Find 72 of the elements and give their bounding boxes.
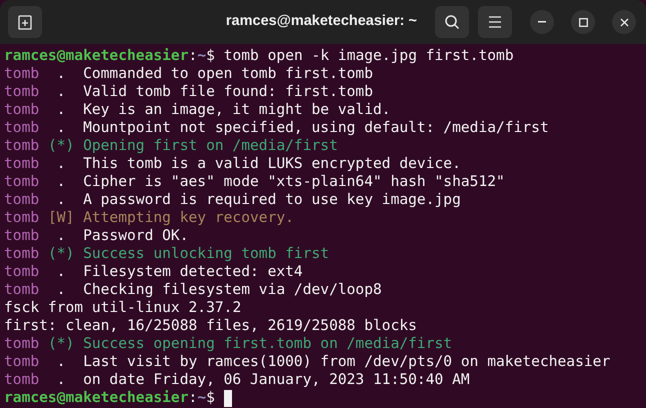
- status-marker: .: [56, 65, 66, 83]
- tomb-tag: tomb: [4, 119, 40, 137]
- menu-button[interactable]: [478, 6, 512, 38]
- new-tab-icon: [17, 14, 33, 30]
- maximize-icon: [578, 18, 588, 26]
- status-marker: .: [56, 371, 66, 389]
- command-text: tomb open -k image.jpg first.tomb: [224, 47, 514, 65]
- log-message: Commanded to open tomb first.tomb: [83, 65, 374, 83]
- prompt-path: ~: [197, 389, 206, 407]
- log-message: Filesystem detected: ext4: [83, 263, 303, 281]
- log-message: Success unlocking tomb first: [83, 245, 330, 263]
- status-marker: .: [56, 353, 66, 371]
- output-line: fsck from util-linux 2.37.2: [4, 299, 242, 317]
- search-button[interactable]: [435, 6, 469, 38]
- tomb-tag: tomb: [4, 227, 40, 245]
- minimize-icon: [538, 21, 546, 23]
- tomb-tag: tomb: [4, 65, 40, 83]
- status-marker: (*): [48, 245, 74, 263]
- prompt-path: ~: [197, 47, 206, 65]
- log-message: on date Friday, 06 January, 2023 11:50:40 AM: [83, 371, 470, 389]
- log-message: Key is an image, it might be valid.: [83, 101, 391, 119]
- close-icon: [620, 18, 628, 26]
- close-button[interactable]: [612, 10, 636, 34]
- status-marker: [W]: [48, 209, 74, 227]
- log-message: This tomb is a valid LUKS encrypted device.: [83, 155, 461, 173]
- status-marker: .: [56, 263, 66, 281]
- status-marker: .: [56, 173, 66, 191]
- status-marker: .: [56, 83, 66, 101]
- tomb-tag: tomb: [4, 335, 40, 353]
- tomb-tag: tomb: [4, 281, 40, 299]
- status-marker: .: [56, 281, 66, 299]
- status-marker: .: [56, 101, 66, 119]
- prompt-symbol: $: [206, 389, 215, 407]
- status-marker: .: [56, 119, 66, 137]
- prompt-colon: :: [188, 389, 198, 407]
- log-message: Password OK.: [83, 227, 188, 245]
- status-marker: .: [56, 227, 66, 245]
- tomb-tag: tomb: [4, 137, 40, 155]
- log-message: Valid tomb file found: first.tomb: [83, 83, 374, 101]
- tomb-tag: tomb: [4, 101, 40, 119]
- tomb-tag: tomb: [4, 353, 40, 371]
- tomb-tag: tomb: [4, 263, 40, 281]
- log-message: Checking filesystem via /dev/loop8: [83, 281, 382, 299]
- log-message: Success opening first.tomb on /media/first: [83, 335, 452, 353]
- window-title: ramces@maketecheasier: ~: [226, 12, 417, 32]
- log-message: Last visit by ramces(1000) from /dev/pts/0 on maketecheasier: [83, 353, 610, 371]
- status-marker: (*): [48, 137, 74, 155]
- tomb-tag: tomb: [4, 173, 40, 191]
- tomb-tag: tomb: [4, 155, 40, 173]
- menu-icon: [488, 16, 502, 28]
- search-icon: [444, 14, 460, 30]
- prompt-user: ramces@maketecheasier: [4, 389, 189, 407]
- minimize-button[interactable]: [530, 10, 554, 34]
- maximize-button[interactable]: [571, 10, 595, 34]
- log-message: Opening first on /media/first: [83, 137, 338, 155]
- log-message: Mountpoint not specified, using default: /media/first: [83, 119, 549, 137]
- prompt-colon: :: [188, 47, 198, 65]
- new-tab-button[interactable]: [8, 6, 42, 38]
- tomb-tag: tomb: [4, 371, 40, 389]
- tomb-tag: tomb: [4, 83, 40, 101]
- status-marker: (*): [48, 335, 74, 353]
- tomb-tag: tomb: [4, 245, 40, 263]
- tomb-tag: tomb: [4, 209, 40, 227]
- status-marker: .: [56, 191, 66, 209]
- log-message: Attempting key recovery.: [83, 209, 294, 227]
- prompt-user: ramces@maketecheasier: [4, 47, 189, 65]
- log-message: A password is required to use key image.jpg: [83, 191, 461, 209]
- prompt-symbol: $: [206, 47, 215, 65]
- output-line: first: clean, 16/25088 files, 2619/25088 blocks: [4, 317, 417, 335]
- log-message: Cipher is "aes" mode "xts-plain64" hash "sha512": [83, 173, 505, 191]
- status-marker: .: [56, 155, 66, 173]
- tomb-tag: tomb: [4, 191, 40, 209]
